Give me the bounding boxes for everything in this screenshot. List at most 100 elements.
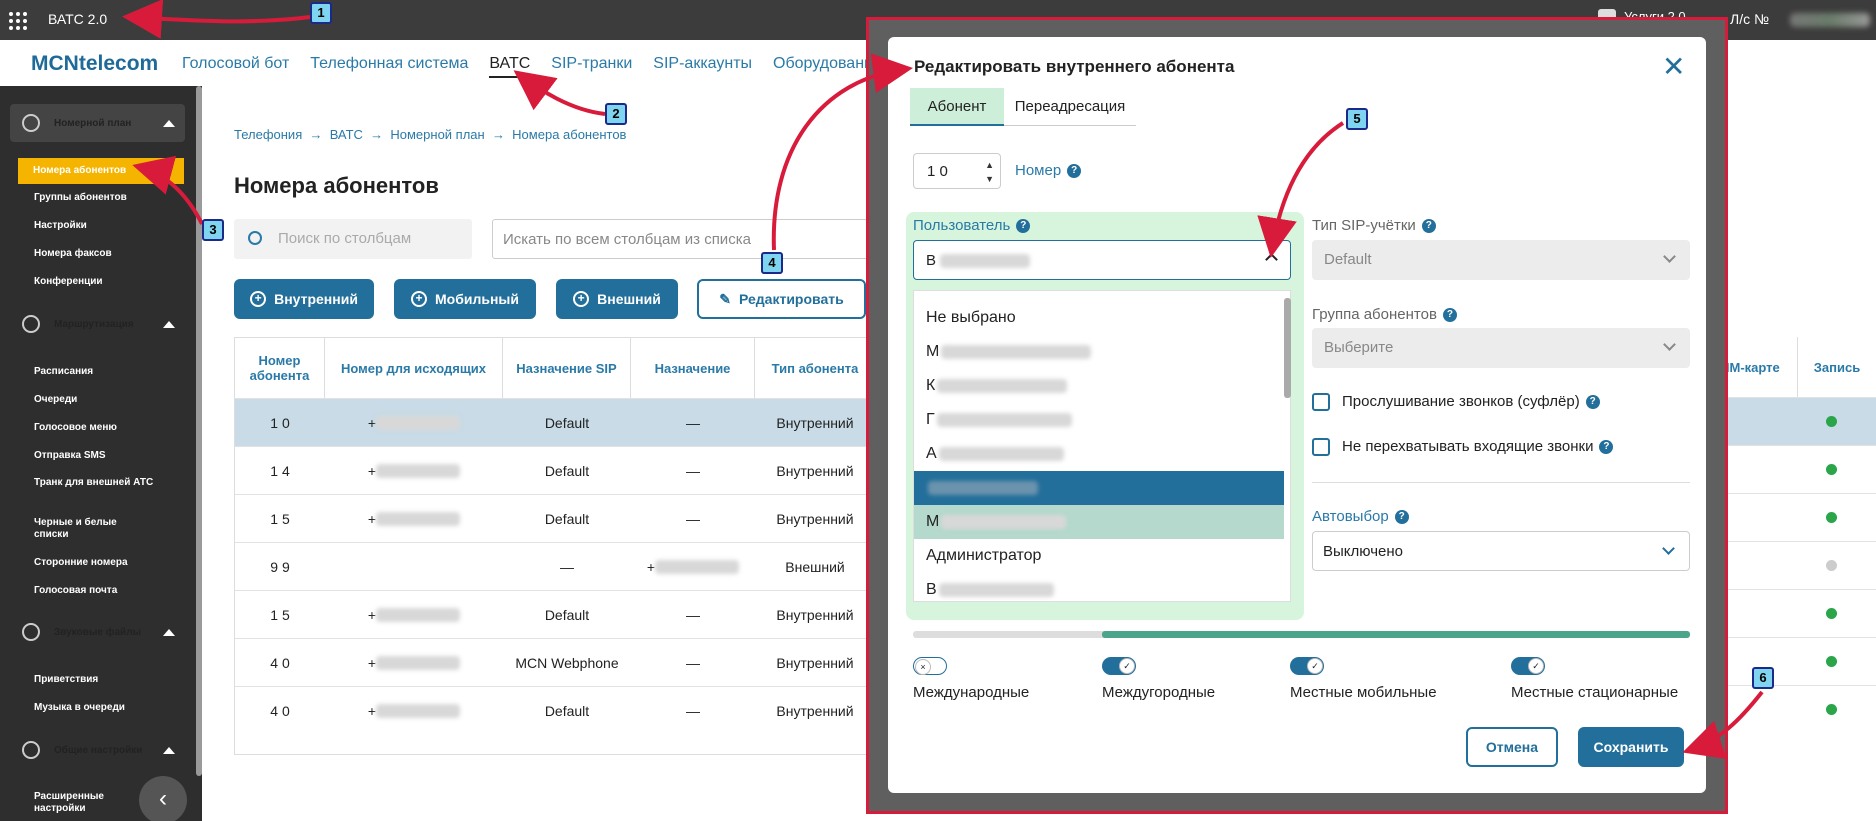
sidebar-item-schedules[interactable]: Расписания	[34, 366, 93, 378]
sidebar-item-sms[interactable]: Отправка SMS	[34, 450, 106, 462]
sidebar-item-groups[interactable]: Группы абонентов	[34, 192, 127, 204]
sidebar-section-sounds[interactable]: Звуковые файлы	[10, 613, 185, 651]
sidebar-item-queue-music[interactable]: Музыка в очереди	[34, 702, 125, 714]
nav-voice-bot[interactable]: Голосовой бот	[182, 55, 289, 78]
nav-sip-accounts[interactable]: SIP-аккаунты	[653, 55, 752, 78]
breadcrumb-item[interactable]: Телефония	[234, 127, 302, 142]
help-icon[interactable]: ?	[1421, 218, 1436, 233]
annotation-badge-5: 5	[1346, 108, 1368, 130]
help-icon[interactable]: ?	[1394, 509, 1409, 524]
sidebar-item-fax[interactable]: Номера факсов	[34, 248, 112, 260]
col-header[interactable]: Номер абонента	[235, 338, 325, 398]
table-row[interactable]: 1 0 + Default — Внутренний	[235, 398, 873, 446]
outgoing-toggle[interactable]: ✓	[1290, 657, 1324, 675]
table-row[interactable]: 1 4 + Default — Внутренний	[235, 446, 873, 494]
cell-text: Default	[544, 463, 590, 479]
sidebar-section-routing[interactable]: Маршрутизация	[10, 305, 185, 343]
sidebar-item-lists[interactable]: Черные и белые списки	[34, 517, 144, 541]
sidebar-item-third-party[interactable]: Сторонние номера	[34, 557, 128, 569]
sidebar-item-conferences[interactable]: Конференции	[34, 276, 103, 288]
sip-type-select[interactable]: Default	[1312, 240, 1690, 280]
sidebar-item-subscriber-numbers[interactable]: Номера абонентов	[18, 158, 184, 184]
nav-phone-system[interactable]: Телефонная система	[310, 55, 468, 78]
autoselect-select[interactable]: Выключено	[1312, 531, 1690, 571]
no-intercept-checkbox[interactable]	[1312, 438, 1330, 456]
help-icon[interactable]: ?	[1442, 307, 1457, 322]
nav-vats[interactable]: ВАТС	[489, 55, 531, 78]
sidebar-item-ivr[interactable]: Голосовое меню	[34, 422, 117, 434]
user-option[interactable]: А	[914, 437, 1284, 471]
user-option[interactable]: К	[914, 369, 1284, 403]
cancel-button[interactable]: Отмена	[1466, 727, 1558, 767]
user-option[interactable]: В	[914, 573, 1284, 601]
user-select[interactable]: В	[913, 240, 1291, 280]
table-row[interactable]: 1 5 + Default — Внутренний	[235, 590, 873, 638]
logo[interactable]: MCNtelecom	[31, 52, 158, 76]
sidebar-section-general[interactable]: Общие настройки	[10, 731, 185, 769]
table-cell: +	[325, 687, 503, 735]
table-row[interactable]: 9 9 — + Внешний	[235, 542, 873, 590]
dropdown-scrollbar[interactable]	[1284, 298, 1291, 398]
collapse-sidebar-button[interactable]: ‹	[139, 776, 187, 821]
group-select[interactable]: Выберите	[1312, 328, 1690, 368]
help-icon[interactable]: ?	[1016, 218, 1031, 233]
col-header[interactable]: Тип абонента	[755, 338, 875, 398]
sidebar-item-settings[interactable]: Настройки	[34, 220, 87, 232]
table-row[interactable]: 4 0 + Default — Внутренний	[235, 686, 873, 734]
all-columns-search-input[interactable]: Искать по всем столбцам из списка	[492, 219, 872, 259]
save-button[interactable]: Сохранить	[1578, 727, 1684, 767]
cell-text: +	[367, 607, 377, 623]
user-option[interactable]: М	[914, 505, 1284, 539]
cell-text: —	[686, 607, 700, 623]
col-header[interactable]: Назначение	[631, 338, 755, 398]
sidebar-item-trunk[interactable]: Транк для внешней АТС	[34, 477, 154, 489]
breadcrumb-item[interactable]: Номера абонентов	[512, 127, 626, 142]
add-mobile-button[interactable]: + Мобильный	[394, 279, 536, 319]
outgoing-toggle[interactable]: ✓	[1102, 657, 1136, 675]
user-option[interactable]: М	[914, 335, 1284, 369]
help-icon[interactable]: ?	[1599, 439, 1614, 454]
sidebar-scrollbar[interactable]	[196, 86, 202, 776]
edit-button[interactable]: ✎ Редактировать	[697, 279, 866, 319]
number-stepper[interactable]: 1 0 ▲ ▼	[913, 153, 1001, 189]
table-row[interactable]: 1 5 + Default — Внутренний	[235, 494, 873, 542]
sidebar-section-numplan[interactable]: Номерной план	[10, 104, 185, 142]
add-external-button[interactable]: + Внешний	[556, 279, 678, 319]
breadcrumb-item[interactable]: Номерной план	[390, 127, 484, 142]
sidebar-item-queues[interactable]: Очереди	[34, 394, 77, 406]
help-icon[interactable]: ?	[1585, 394, 1600, 409]
tab-subscriber[interactable]: Абонент	[910, 88, 1004, 126]
cell-text: —	[686, 511, 700, 527]
account-label[interactable]: Л/с №	[1730, 11, 1769, 27]
redacted-text	[936, 412, 1072, 427]
cell-text: 1 0	[270, 415, 290, 431]
user-option[interactable]	[914, 471, 1284, 505]
sidebar-item-greetings[interactable]: Приветствия	[34, 674, 98, 686]
nav-sip-trunks[interactable]: SIP-транки	[551, 55, 632, 78]
col-header[interactable]: Назначение SIP	[503, 338, 631, 398]
top-nav: Голосовой бот Телефонная система ВАТС SI…	[182, 55, 882, 78]
col-header[interactable]: Запись	[1798, 337, 1876, 397]
listen-calls-checkbox[interactable]	[1312, 393, 1330, 411]
col-header[interactable]: Номер для исходящих	[325, 338, 503, 398]
breadcrumb-item[interactable]: ВАТС	[330, 127, 363, 142]
user-option[interactable]: Не выбрано	[914, 301, 1284, 335]
close-icon[interactable]: ✕	[1662, 53, 1685, 81]
button-label: Внешний	[597, 291, 661, 307]
column-search-input[interactable]: Поиск по столбцам	[234, 219, 472, 259]
help-icon[interactable]: ?	[1067, 163, 1082, 178]
sidebar-item-voicemail[interactable]: Голосовая почта	[34, 585, 117, 597]
sidebar-item-advanced[interactable]: Расширенные настройки	[34, 791, 134, 815]
outgoing-toggle[interactable]: ✓	[1511, 657, 1545, 675]
user-option[interactable]: Г	[914, 403, 1284, 437]
outgoing-toggle[interactable]: ×	[913, 657, 947, 675]
stepper-arrows-icon[interactable]: ▲ ▼	[985, 158, 994, 186]
table-row[interactable]: 4 0 + MCN Webphone — Внутренний	[235, 638, 873, 686]
tab-forwarding[interactable]: Переадресация	[1004, 88, 1136, 126]
user-option[interactable]: Администратор	[914, 539, 1284, 573]
redacted-text	[376, 416, 461, 430]
apps-grid-icon[interactable]	[9, 12, 27, 30]
chevron-down-icon	[1663, 338, 1676, 351]
add-internal-button[interactable]: + Внутренний	[234, 279, 374, 319]
user-dropdown-list: Не выбрано М К Г А М Администратор В	[913, 290, 1291, 602]
